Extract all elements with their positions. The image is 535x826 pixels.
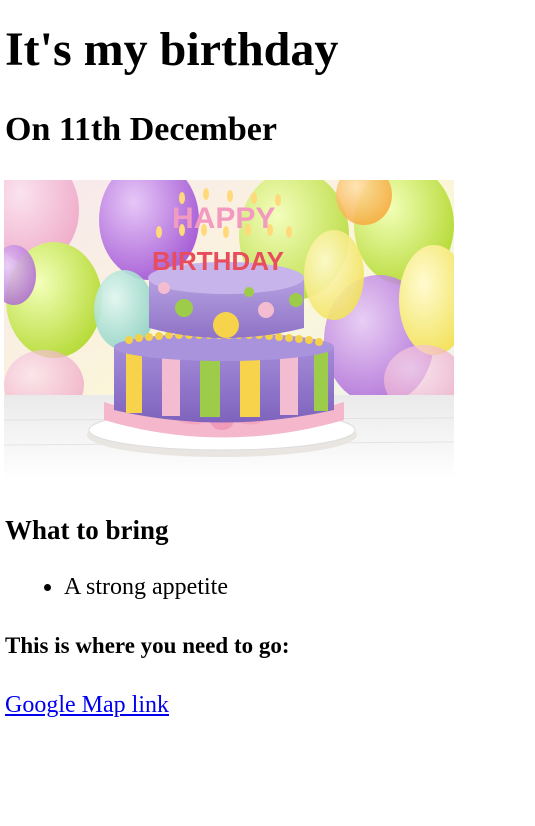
cake-text-happy: HAPPY xyxy=(172,202,275,235)
google-map-link[interactable]: Google Map link xyxy=(5,690,169,720)
cake-text-birthday: BIRTHDAY xyxy=(152,246,284,276)
event-date-heading: On 11th December xyxy=(5,111,277,148)
list-item: A strong appetite xyxy=(40,572,228,602)
directions-heading: This is where you need to go: xyxy=(5,633,290,658)
bring-list: A strong appetite xyxy=(40,572,228,602)
birthday-cake-image: HAPPY BIRTHDAY xyxy=(4,180,454,480)
what-to-bring-heading: What to bring xyxy=(5,515,169,545)
page-title: It's my birthday xyxy=(5,23,339,76)
